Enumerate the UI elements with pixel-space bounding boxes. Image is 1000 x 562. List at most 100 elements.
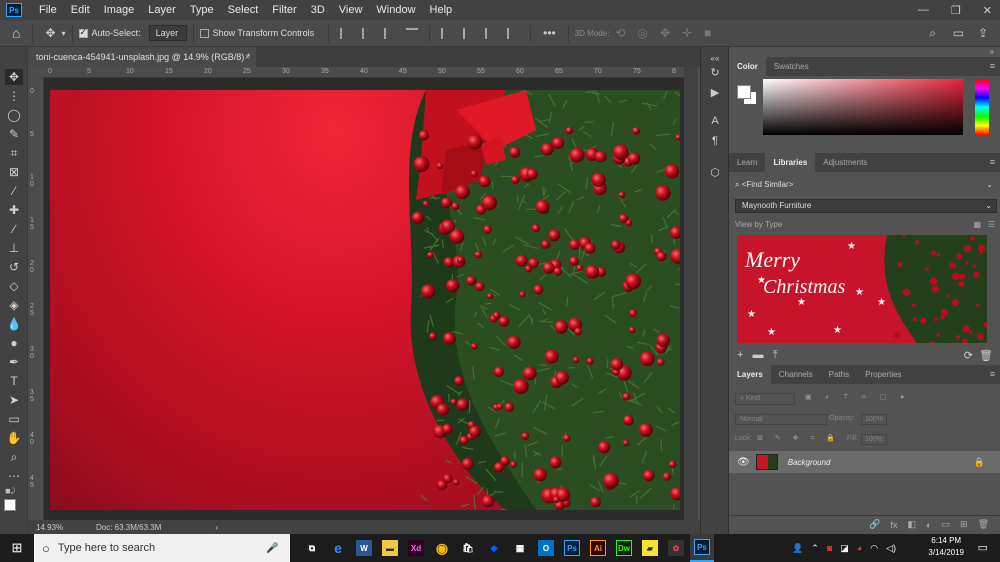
paragraph-panel-icon[interactable]: ¶	[707, 133, 723, 149]
frame-tool-icon[interactable]: ⊠	[5, 164, 23, 180]
delete-layer-icon[interactable]: 🗑	[978, 519, 989, 530]
menu-edit[interactable]: Edit	[64, 0, 97, 20]
close-tab-icon[interactable]: ×	[245, 47, 250, 67]
menu-type[interactable]: Type	[183, 0, 221, 20]
tab-layers[interactable]: Layers	[729, 365, 771, 384]
actions-panel-icon[interactable]: ▶	[707, 85, 723, 101]
people-icon[interactable]: 👤	[792, 543, 803, 554]
tray-app-icon[interactable]: ◙	[827, 543, 832, 553]
system-clock[interactable]: 6:14 PM 3/14/2019	[928, 535, 964, 559]
quick-select-tool-icon[interactable]: ✎	[5, 126, 23, 142]
photoshop-app-icon[interactable]: Ps	[560, 534, 584, 562]
layer-filter-dropdown[interactable]: ⌕ Kind	[735, 393, 795, 405]
tray-app-icon-2[interactable]: ◪	[840, 543, 849, 554]
layer-filter-icons[interactable]: ▣ ◐ T ⌗ ▢ ●	[805, 393, 910, 402]
tab-color[interactable]: Color	[729, 57, 766, 76]
upload-icon[interactable]: ⤒	[773, 349, 778, 361]
adjustment-layer-icon[interactable]: ◐	[926, 520, 931, 530]
tab-swatches[interactable]: Swatches	[766, 57, 817, 76]
type-tool-icon[interactable]: T	[5, 373, 23, 389]
collapse-panels-icon[interactable]: »	[990, 47, 994, 56]
search-icon[interactable]: ⌕	[929, 26, 936, 41]
character-panel-icon[interactable]: A	[707, 113, 723, 129]
menu-window[interactable]: Window	[369, 0, 422, 20]
align-center-icon[interactable]	[362, 27, 374, 39]
panel-menu-icon[interactable]: ≡	[990, 61, 995, 71]
eye-icon[interactable]: 👁	[737, 457, 750, 468]
eyedropper-tool-icon[interactable]: ⁄	[5, 183, 23, 199]
3d-panel-icon[interactable]: ⬡	[707, 165, 723, 181]
list-view-icon[interactable]: ☰	[988, 220, 995, 229]
menu-3d[interactable]: 3D	[304, 0, 332, 20]
lock-icons[interactable]: ⊠ ✎ ✥ ⌗ 🔒	[757, 434, 840, 443]
fill-input[interactable]: 100%	[861, 434, 887, 445]
move-tool-icon[interactable]: ✥	[45, 26, 55, 40]
tab-channels[interactable]: Channels	[771, 365, 821, 384]
swap-colors-icon[interactable]: ◼⤸	[5, 487, 23, 495]
library-thumbnail[interactable]: Merry Christmas ★ ★ ★ ★ ★ ★ ★ ★	[737, 235, 987, 343]
align-bottom-icon[interactable]	[485, 27, 497, 39]
hue-slider[interactable]	[975, 79, 989, 135]
edge-icon[interactable]: e	[326, 534, 350, 562]
align-right-icon[interactable]	[384, 27, 396, 39]
notifications-icon[interactable]: ▭	[978, 541, 988, 554]
tray-app-icon-3[interactable]: ◕	[857, 543, 862, 553]
home-icon[interactable]: ⌂	[12, 25, 20, 41]
library-dropdown[interactable]: Maynooth Furniture ⌄	[735, 199, 997, 213]
windows-start-icon[interactable]: ⊞	[0, 534, 34, 562]
menu-filter[interactable]: Filter	[265, 0, 303, 20]
photoshop-active-icon[interactable]: Ps	[690, 534, 714, 562]
align-middle-icon[interactable]	[463, 27, 475, 39]
delete-icon[interactable]: 🗑	[979, 349, 993, 362]
file-explorer-icon[interactable]: ▬	[378, 534, 402, 562]
tab-paths[interactable]: Paths	[821, 365, 857, 384]
3d-slide-icon[interactable]: ✛	[682, 26, 692, 40]
marquee-tool-icon[interactable]: ⋮	[5, 88, 23, 104]
illustrator-app-icon[interactable]: Ai	[586, 534, 610, 562]
lasso-tool-icon[interactable]: ◯	[5, 107, 23, 123]
foreground-color-swatch[interactable]	[4, 499, 16, 511]
tab-properties[interactable]: Properties	[857, 365, 909, 384]
sticky-notes-icon[interactable]: ▰	[638, 534, 662, 562]
view-by-row[interactable]: View by Type ▦ ☰	[735, 220, 997, 234]
history-brush-tool-icon[interactable]: ↺	[5, 259, 23, 275]
3d-orbit-icon[interactable]: ⟲	[615, 26, 625, 40]
clone-stamp-tool-icon[interactable]: ⊥	[5, 240, 23, 256]
store-icon[interactable]: 🛍	[456, 534, 480, 562]
task-view-icon[interactable]: ⧉	[300, 534, 324, 562]
menu-select[interactable]: Select	[221, 0, 266, 20]
app-with-badge-icon[interactable]: ✿	[664, 534, 688, 562]
blend-mode-dropdown[interactable]: Normal	[735, 414, 827, 425]
blur-tool-icon[interactable]: 💧	[5, 316, 23, 332]
tab-learn[interactable]: Learn	[729, 153, 765, 172]
color-foreground-swatch[interactable]	[737, 85, 751, 99]
path-select-tool-icon[interactable]: ➤	[5, 392, 23, 408]
color-picker-field[interactable]	[763, 79, 963, 135]
menu-view[interactable]: View	[332, 0, 370, 20]
tab-adjustments[interactable]: Adjustments	[815, 153, 875, 172]
more-options-icon[interactable]: •••	[543, 26, 556, 40]
distribute-vertical-icon[interactable]	[507, 27, 519, 39]
outlook-icon[interactable]: O	[534, 534, 558, 562]
dropbox-icon[interactable]: ◆	[482, 534, 506, 562]
sync-icon[interactable]: ⟳	[964, 349, 973, 362]
tab-libraries[interactable]: Libraries	[765, 153, 816, 172]
find-similar-field[interactable]: <Find Similar>	[742, 180, 794, 189]
pen-tool-icon[interactable]: ✒	[5, 354, 23, 370]
add-element-icon[interactable]: +	[737, 349, 743, 361]
chevron-down-icon[interactable]: ⌄	[986, 180, 993, 189]
menu-help[interactable]: Help	[423, 0, 460, 20]
align-left-icon[interactable]	[340, 27, 352, 39]
more-tools-icon[interactable]: ⋯	[5, 468, 23, 484]
horizontal-ruler[interactable]: 0 5 10 15 20 25 30 35 40 45 50 55 60 65 70 75 8	[44, 67, 684, 78]
minimize-button[interactable]: —	[918, 4, 929, 16]
new-group-icon[interactable]: ▭	[942, 519, 951, 530]
dodge-tool-icon[interactable]: ●	[5, 335, 23, 351]
rectangle-tool-icon[interactable]: ▭	[5, 411, 23, 427]
find-similar-row[interactable]: ⌕ <Find Similar> ⌄	[735, 180, 997, 194]
workspace-icon[interactable]: ▭	[953, 26, 964, 40]
layer-row-background[interactable]: 👁 Background 🔒	[729, 451, 1000, 473]
brush-tool-icon[interactable]: ∕	[5, 221, 23, 237]
panel-menu-icon[interactable]: ≡	[990, 157, 995, 167]
eraser-tool-icon[interactable]: ◇	[5, 278, 23, 294]
